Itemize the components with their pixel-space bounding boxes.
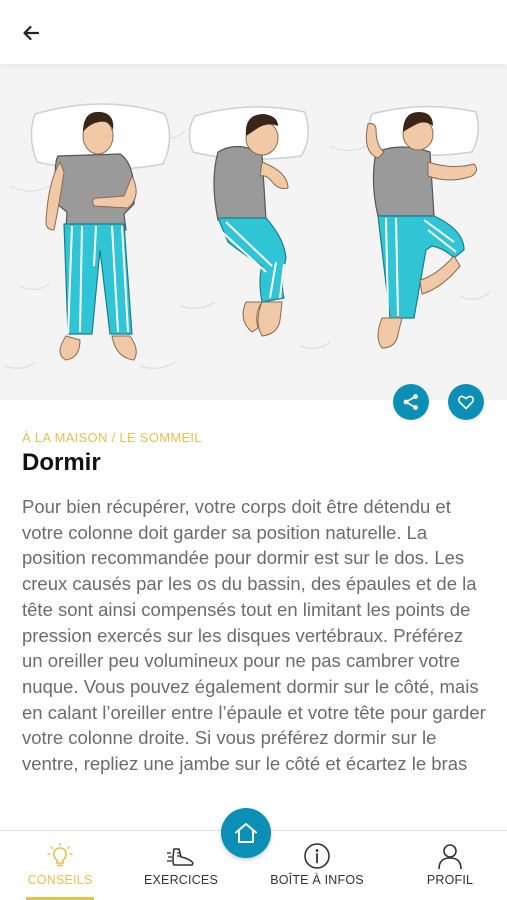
- top-app-bar: [0, 0, 507, 64]
- nav-item-profil[interactable]: PROFIL: [414, 831, 486, 900]
- arrow-left-icon: [23, 25, 40, 41]
- hero-illustration: [0, 66, 507, 400]
- favorite-button[interactable]: [448, 384, 484, 420]
- home-icon: [235, 823, 257, 843]
- figure-side-sleeping: [188, 106, 309, 337]
- user-icon: [438, 844, 462, 870]
- figure-stomach-sleeping: [365, 105, 479, 349]
- home-button[interactable]: [221, 808, 271, 858]
- back-button[interactable]: [14, 16, 48, 50]
- share-icon: [403, 394, 418, 410]
- nav-label-profil: PROFIL: [426, 873, 474, 887]
- article-body: Pour bien récupérer, votre corps doit êt…: [22, 496, 486, 775]
- heart-icon: [458, 395, 474, 410]
- lightbulb-icon: [47, 842, 73, 867]
- share-button[interactable]: [393, 384, 429, 420]
- figure-back-sleeping: [30, 103, 171, 361]
- article-title: Dormir: [22, 449, 101, 476]
- nav-label-exercices: EXERCICES: [143, 873, 219, 887]
- nav-item-conseils[interactable]: CONSEILS: [22, 831, 98, 900]
- article-category: À LA MAISON / LE SOMMEIL: [22, 430, 202, 445]
- info-icon: [304, 843, 330, 869]
- running-shoe-icon: [167, 848, 194, 866]
- nav-item-exercices[interactable]: EXERCICES: [140, 831, 222, 900]
- nav-item-boite-a-infos[interactable]: BOÎTE À INFOS: [262, 831, 372, 900]
- nav-label-boite-a-infos: BOÎTE À INFOS: [270, 873, 364, 887]
- nav-label-conseils: CONSEILS: [27, 873, 93, 887]
